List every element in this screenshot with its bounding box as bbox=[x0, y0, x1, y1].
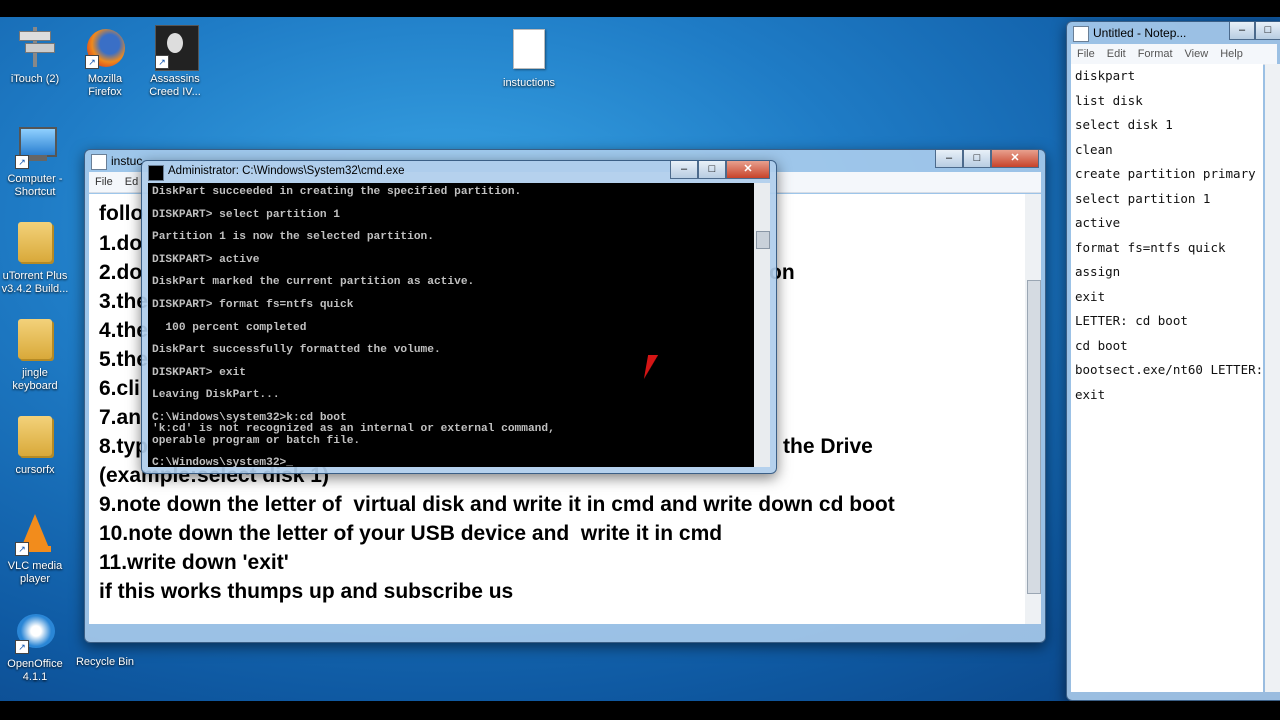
assassins-creed-icon: ↗ bbox=[153, 25, 199, 71]
doc-line-tail: the Drive bbox=[783, 435, 873, 458]
letterbox bbox=[0, 701, 1280, 720]
cmd-line: C:\Windows\system32>_ bbox=[152, 457, 293, 467]
cmd-line bbox=[152, 198, 750, 209]
cmd-line: DiskPart successfully formatted the volu… bbox=[152, 344, 441, 357]
instructions-file-icon bbox=[507, 29, 551, 73]
desktop-icon-cursorfx[interactable]: cursorfx bbox=[0, 414, 70, 477]
notepad-scrollbar[interactable] bbox=[1265, 64, 1280, 692]
notepad-line: exit bbox=[1075, 288, 1106, 304]
doc-line: 11.write down 'exit' bbox=[99, 551, 289, 574]
desktop-icon-vlc[interactable]: ↗ VLC media player bbox=[0, 512, 70, 586]
doc-line: follo bbox=[99, 202, 144, 225]
notepad-line: exit bbox=[1075, 386, 1106, 402]
cmd-line: DiskPart marked the current partition as… bbox=[152, 276, 475, 289]
desktop-icon-assassins-creed[interactable]: ↗ Assassins Creed IV... bbox=[140, 25, 210, 99]
notepad-line: clean bbox=[1075, 141, 1113, 157]
minimize-button[interactable]: – bbox=[670, 161, 698, 179]
notepad-titlebar[interactable]: Untitled - Notep... – □ bbox=[1067, 22, 1280, 44]
cmd-scroll-thumb[interactable] bbox=[756, 231, 770, 249]
doc-line: 10.note down the letter of your USB devi… bbox=[99, 522, 723, 545]
cmd-app-icon bbox=[148, 165, 164, 181]
doc-scroll-thumb[interactable] bbox=[1027, 280, 1041, 594]
cmd-line: DISKPART> active bbox=[152, 253, 260, 266]
menu-help[interactable]: Help bbox=[1220, 48, 1243, 60]
notepad-app-icon bbox=[1073, 26, 1089, 42]
minimize-button[interactable]: – bbox=[935, 150, 963, 168]
close-button[interactable]: ✕ bbox=[726, 161, 770, 179]
vlc-icon: ↗ bbox=[13, 512, 57, 556]
doc-line: if this works thumps up and subscribe us bbox=[99, 580, 514, 603]
notepad-menubar: File Edit Format View Help bbox=[1071, 44, 1277, 65]
desktop-icon-jingle-keyboard[interactable]: jingle keyboard bbox=[0, 317, 70, 393]
cmd-line: DISKPART> exit bbox=[152, 366, 246, 379]
notepad-line: LETTER: cd boot bbox=[1075, 313, 1188, 328]
notepad-line: active bbox=[1075, 215, 1121, 230]
doc-line: 2.do bbox=[99, 261, 143, 284]
desktop-icon-openoffice[interactable]: ↗ OpenOffice 4.1.1 bbox=[0, 610, 70, 684]
notepad-line: bootsect.exe/nt60 LETTER: bbox=[1075, 362, 1264, 377]
menu-file[interactable]: File bbox=[1077, 48, 1095, 60]
notepad-line: list disk bbox=[1075, 92, 1143, 108]
cmd-line: Partition 1 is now the selected partitio… bbox=[152, 231, 434, 244]
notepad-line: cd boot bbox=[1075, 337, 1128, 353]
desktop: iTouch (2) ↗ Mozilla Firefox ↗ Assassins… bbox=[0, 17, 1280, 701]
close-button[interactable]: ✕ bbox=[991, 150, 1039, 168]
utorrent-icon bbox=[13, 222, 57, 266]
cmd-window[interactable]: Administrator: C:\Windows\System32\cmd.e… bbox=[141, 160, 777, 474]
menu-file[interactable]: File bbox=[95, 176, 113, 188]
cmd-line: DISKPART> select partition 1 bbox=[152, 208, 340, 221]
notepad-line: assign bbox=[1075, 264, 1121, 279]
firefox-icon: ↗ bbox=[83, 25, 127, 69]
menu-format[interactable]: Format bbox=[1138, 48, 1173, 60]
desktop-icon-instructions[interactable]: instuctions bbox=[494, 25, 564, 90]
doc-line: 6.cli bbox=[99, 377, 140, 400]
notepad-line: select disk 1 bbox=[1075, 117, 1173, 132]
itouch-icon bbox=[13, 25, 57, 69]
openoffice-icon: ↗ bbox=[13, 610, 57, 654]
desktop-icon-itouch[interactable]: iTouch (2) bbox=[0, 25, 70, 86]
cmd-line: 'k:cd' is not recognized as an internal … bbox=[152, 423, 555, 436]
maximize-button[interactable]: □ bbox=[698, 161, 726, 179]
cmd-titlebar[interactable]: Administrator: C:\Windows\System32\cmd.e… bbox=[142, 161, 776, 183]
desktop-icon-utorrent[interactable]: uTorrent Plus v3.4.2 Build... bbox=[0, 220, 70, 296]
cmd-line: operable program or batch file. bbox=[152, 434, 361, 447]
cmd-line: DiskPart succeeded in creating the speci… bbox=[152, 186, 522, 198]
cmd-console[interactable]: DiskPart succeeded in creating the speci… bbox=[148, 183, 754, 467]
notepad-line: select partition 1 bbox=[1075, 190, 1211, 206]
maximize-button[interactable]: □ bbox=[963, 150, 991, 168]
minimize-button[interactable]: – bbox=[1229, 22, 1255, 40]
desktop-icon-computer[interactable]: ↗ Computer - Shortcut bbox=[0, 125, 70, 199]
notepad-line: create partition primary bbox=[1075, 166, 1256, 181]
cmd-scrollbar[interactable] bbox=[754, 183, 770, 467]
notepad-editor[interactable]: diskpart list disk select disk 1 clean creat… bbox=[1071, 64, 1263, 692]
maximize-button[interactable]: □ bbox=[1255, 22, 1280, 40]
notepad-line: format fs=ntfs quick bbox=[1075, 239, 1226, 255]
doc-line: 1.do bbox=[99, 232, 143, 255]
doc-line: 9.note down the letter of virtual disk a… bbox=[99, 493, 895, 516]
notepad-window[interactable]: Untitled - Notep... – □ File Edit Format… bbox=[1066, 21, 1280, 701]
doc-line: 7.an bbox=[99, 406, 142, 429]
menu-edit[interactable]: Edit bbox=[1107, 48, 1126, 60]
cmd-line: 100 percent completed bbox=[152, 321, 307, 334]
doc-scrollbar[interactable] bbox=[1025, 194, 1041, 624]
menu-edit[interactable]: Ed bbox=[125, 176, 138, 188]
cmd-line: DISKPART> format fs=ntfs quick bbox=[152, 298, 354, 311]
desktop-icon-firefox[interactable]: ↗ Mozilla Firefox bbox=[70, 25, 140, 99]
menu-view[interactable]: View bbox=[1185, 48, 1209, 60]
notepad-line: diskpart bbox=[1075, 68, 1136, 83]
cmd-line bbox=[152, 311, 750, 322]
cursorfx-icon bbox=[13, 416, 57, 460]
computer-shortcut-icon: ↗ bbox=[13, 125, 57, 169]
cmd-line: Leaving DiskPart... bbox=[152, 389, 280, 402]
document-app-icon bbox=[91, 154, 107, 170]
jingle-keyboard-icon bbox=[13, 319, 57, 363]
